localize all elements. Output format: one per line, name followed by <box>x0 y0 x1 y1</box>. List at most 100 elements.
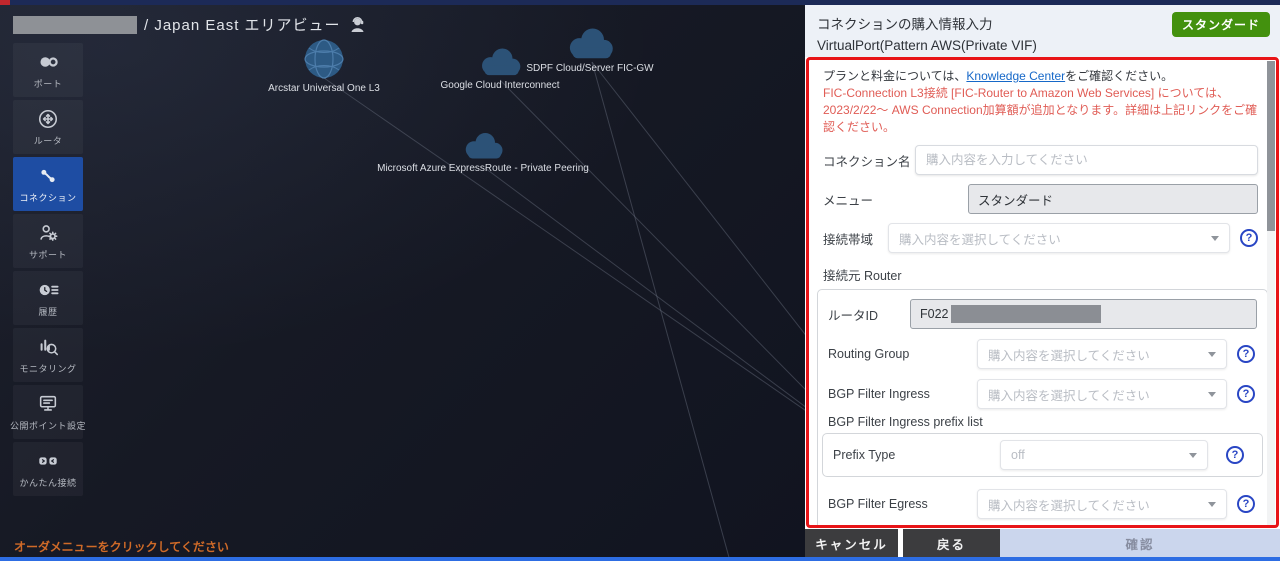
bgp-filter-egress-select[interactable]: 購入内容を選択してください <box>977 489 1227 520</box>
confirm-button[interactable]: 確認 <box>1000 529 1280 557</box>
sidebar-item-label: ポート <box>33 78 63 89</box>
sidebar-item-public-point-settings[interactable]: 公開ポイント設定 <box>10 385 87 439</box>
top-bar-red-segment <box>0 0 10 5</box>
aws-surcharge-warning: FIC-Connection L3接続 [FIC-Router to Amazo… <box>823 86 1258 135</box>
chevron-down-icon <box>1211 236 1219 242</box>
sidebar-item-easy-connect[interactable]: かんたん接続 <box>13 442 83 496</box>
easy-connect-icon <box>39 456 57 465</box>
chevron-down-icon <box>1208 352 1216 358</box>
router-id-row: ルータID F022 <box>828 299 1257 330</box>
history-icon <box>39 284 59 295</box>
plan-badge: スタンダード <box>1171 12 1270 37</box>
knowledge-center-link[interactable]: Knowledge Center <box>966 69 1065 83</box>
bgp-filter-ingress-help-icon[interactable]: ? <box>1237 385 1255 404</box>
bandwidth-help-icon[interactable]: ? <box>1240 229 1258 248</box>
purchase-info-panel: コネクションの購入情報入力 VirtualPort(Pattern AWS(Pr… <box>805 5 1280 561</box>
sidebar-item-port[interactable]: ポート <box>13 43 83 97</box>
public-point-icon <box>39 395 57 411</box>
node-label: Arcstar Universal One L3 <box>268 83 380 94</box>
router-id-value: F022 <box>920 307 949 322</box>
bgp-filter-egress-row: BGP Filter Egress 購入内容を選択してください ? <box>828 489 1257 520</box>
routing-group-help-icon[interactable]: ? <box>1237 345 1255 364</box>
router-id-label: ルータID <box>828 308 879 323</box>
cancel-button[interactable]: キャンセル <box>805 529 898 557</box>
notice-text-post: をご確認ください。 <box>1065 69 1174 83</box>
bgp-filter-ingress-label: BGP Filter Ingress <box>828 387 930 402</box>
chevron-down-icon <box>1208 392 1216 398</box>
prefix-type-help-icon[interactable]: ? <box>1226 446 1244 465</box>
bgp-filter-ingress-select[interactable]: 購入内容を選択してください <box>977 379 1227 410</box>
bgp-filter-egress-help-icon[interactable]: ? <box>1237 495 1255 514</box>
connection-icon <box>41 169 55 182</box>
bandwidth-label: 接続帯域 <box>823 232 874 247</box>
source-router-groupbox: ルータID F022 Routing Group 購入内容を選択してください ? <box>817 289 1268 525</box>
bgp-filter-egress-label: BGP Filter Egress <box>828 497 928 512</box>
support-icon <box>40 224 58 241</box>
sidebar-item-label: サポート <box>28 249 67 260</box>
source-router-section-label: 接続元 Router <box>823 269 902 284</box>
routing-group-select[interactable]: 購入内容を選択してください <box>977 339 1227 370</box>
node-arcstar-universal-one[interactable]: Arcstar Universal One L3 <box>234 38 414 94</box>
router-icon <box>38 109 58 128</box>
bandwidth-select[interactable]: 購入内容を選択してください <box>888 223 1230 254</box>
support-agent-icon[interactable] <box>348 15 368 35</box>
routing-group-placeholder: 購入内容を選択してください <box>988 348 1150 363</box>
sidebar-item-monitoring[interactable]: モニタリング <box>13 328 83 382</box>
chevron-down-icon <box>1208 502 1216 508</box>
sidebar-item-label: かんたん接続 <box>19 477 77 488</box>
sidebar-item-router[interactable]: ルータ <box>13 100 83 154</box>
order-menu-hint: オーダメニューをクリックしてください <box>14 540 229 554</box>
cloud-icon <box>465 133 503 159</box>
connection-name-label: コネクション名 <box>823 154 911 169</box>
node-label: Google Cloud Interconnect <box>440 80 560 91</box>
node-label: Microsoft Azure ExpressRoute - Private P… <box>377 163 589 174</box>
chevron-down-icon <box>1189 453 1197 459</box>
sidebar-item-history[interactable]: 履歴 <box>13 271 83 325</box>
sidebar-item-label: コネクション <box>19 192 77 203</box>
panel-subtitle: VirtualPort(Pattern AWS(Private VIF) <box>817 38 1037 53</box>
prefix-type-row: Prefix Type off ? <box>833 440 1252 471</box>
sidebar-item-label: 履歴 <box>38 306 58 317</box>
form-scrollbar-thumb[interactable] <box>1267 61 1275 231</box>
panel-header: コネクションの購入情報入力 VirtualPort(Pattern AWS(Pr… <box>805 5 1280 57</box>
form-scroll-area: プランと料金については、Knowledge Centerをご確認ください。 FI… <box>809 60 1276 525</box>
back-button[interactable]: 戻る <box>903 529 1000 557</box>
notice-block: プランと料金については、Knowledge Centerをご確認ください。 FI… <box>823 68 1258 136</box>
bgp-filter-ingress-prefix-list-label: BGP Filter Ingress prefix list <box>828 415 983 430</box>
connection-name-input[interactable] <box>915 145 1258 176</box>
bgp-filter-ingress-prefix-list-box: Prefix Type off ? <box>822 433 1263 478</box>
notice-text-pre: プランと料金については、 <box>823 69 967 83</box>
topology-canvas: / Japan East エリアビュー ポート ルータ コネクション サポート … <box>0 0 805 561</box>
bgp-filter-ingress-row: BGP Filter Ingress 購入内容を選択してください ? <box>828 379 1257 410</box>
top-bar <box>0 0 1280 5</box>
sidebar-item-support[interactable]: サポート <box>13 214 83 268</box>
sidebar-item-label: ルータ <box>33 135 63 146</box>
form-scrollbar-track <box>1267 61 1275 525</box>
router-id-readonly-field: F022 <box>910 299 1257 330</box>
prefix-type-select[interactable]: off <box>1000 440 1208 471</box>
cloud-icon <box>569 28 613 59</box>
node-azure-expressroute[interactable]: Microsoft Azure ExpressRoute - Private P… <box>353 130 613 174</box>
bandwidth-row: 接続帯域 購入内容を選択してください ? <box>823 223 1258 254</box>
sidebar-item-connection[interactable]: コネクション <box>13 157 83 211</box>
connection-name-row: コネクション名 <box>823 145 1258 176</box>
router-id-redaction <box>950 305 1101 324</box>
order-menu-sidebar: ポート ルータ コネクション サポート 履歴 モニタリング 公開ポイント設定 か… <box>10 43 87 496</box>
prefix-type-value: off <box>1011 448 1025 463</box>
routing-group-label: Routing Group <box>828 347 910 362</box>
menu-label: メニュー <box>823 193 874 208</box>
area-view-title: / Japan East エリアビュー <box>144 17 341 34</box>
sidebar-item-label: モニタリング <box>19 363 77 374</box>
routing-group-row: Routing Group 購入内容を選択してください ? <box>828 339 1257 370</box>
prefix-type-label: Prefix Type <box>833 448 896 463</box>
globe-icon <box>304 39 344 79</box>
monitoring-icon <box>40 339 59 355</box>
bgp-filter-egress-placeholder: 購入内容を選択してください <box>988 498 1150 513</box>
node-sdpf-cloud-server-fic-gw[interactable]: SDPF Cloud/Server FIC-GW <box>497 25 683 74</box>
bgp-filter-ingress-placeholder: 購入内容を選択してください <box>988 388 1150 403</box>
footer-button-bar: キャンセル 戻る 確認 <box>805 529 1280 557</box>
form-highlight-box: プランと料金については、Knowledge Centerをご確認ください。 FI… <box>806 57 1279 528</box>
menu-readonly-field: スタンダード <box>968 184 1258 215</box>
port-icon <box>40 56 58 67</box>
sidebar-item-label: 公開ポイント設定 <box>10 420 87 431</box>
